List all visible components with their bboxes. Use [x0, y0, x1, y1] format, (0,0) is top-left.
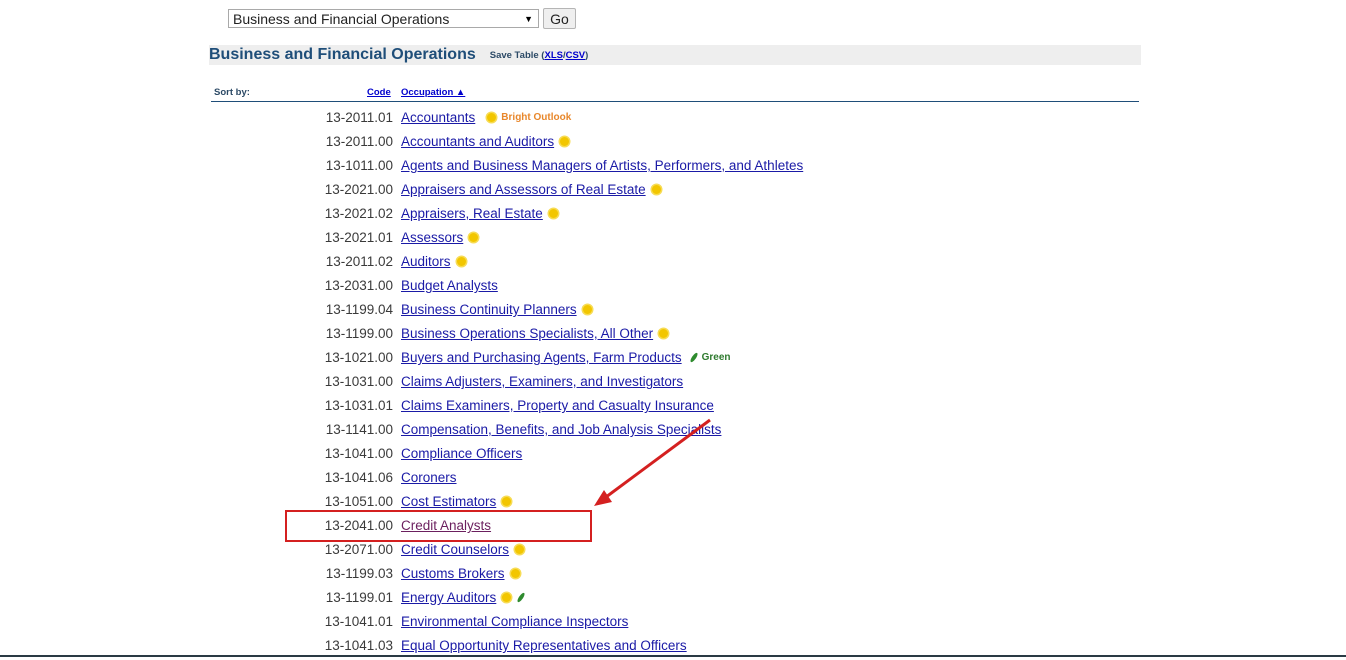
annotation-arrow-icon — [594, 418, 711, 506]
